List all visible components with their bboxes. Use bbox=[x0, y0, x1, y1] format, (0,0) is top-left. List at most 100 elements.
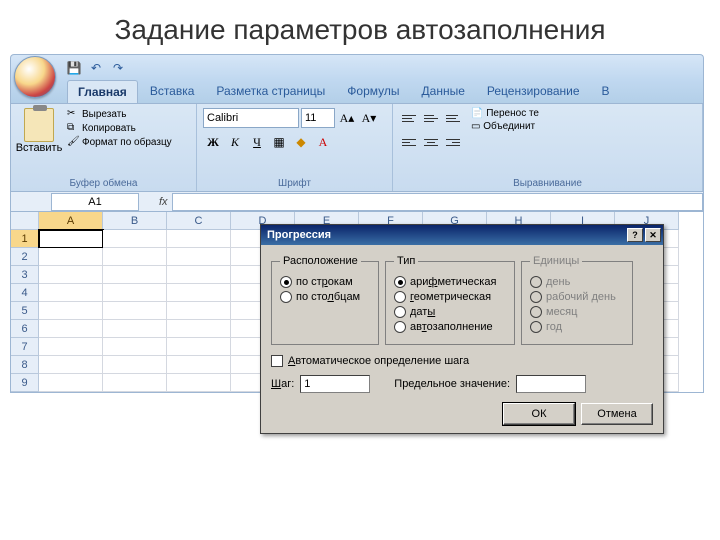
cell[interactable] bbox=[103, 356, 167, 374]
cell[interactable] bbox=[103, 374, 167, 392]
row-header[interactable]: 8 bbox=[11, 356, 39, 374]
dialog-title: Прогрессия bbox=[267, 229, 625, 241]
formula-bar[interactable] bbox=[172, 193, 703, 211]
shrink-font-button[interactable]: A▾ bbox=[359, 108, 379, 128]
cell[interactable] bbox=[103, 302, 167, 320]
radio-dates[interactable]: даты bbox=[394, 306, 506, 318]
row-header[interactable]: 7 bbox=[11, 338, 39, 356]
format-painter-button[interactable]: 🖌Формат по образцу bbox=[67, 136, 172, 148]
italic-button[interactable]: К bbox=[225, 132, 245, 152]
col-header[interactable]: A bbox=[39, 212, 103, 230]
redo-icon[interactable]: ↷ bbox=[109, 59, 127, 77]
row-header[interactable]: 4 bbox=[11, 284, 39, 302]
align-bottom-button[interactable] bbox=[443, 108, 463, 128]
font-color-button[interactable]: A bbox=[313, 132, 333, 152]
radio-by-columns[interactable]: по столбцам bbox=[280, 291, 370, 303]
cell[interactable] bbox=[167, 338, 231, 356]
cell[interactable] bbox=[103, 320, 167, 338]
radio-arithmetic[interactable]: арифметическая bbox=[394, 276, 506, 288]
cell[interactable] bbox=[167, 320, 231, 338]
tab-review[interactable]: Рецензирование bbox=[477, 80, 590, 103]
row-header[interactable]: 1 bbox=[11, 230, 39, 248]
cancel-button[interactable]: Отмена bbox=[581, 403, 653, 425]
radio-autofill[interactable]: автозаполнение bbox=[394, 321, 506, 333]
row-header[interactable]: 3 bbox=[11, 266, 39, 284]
row-header[interactable]: 2 bbox=[11, 248, 39, 266]
align-left-button[interactable] bbox=[399, 132, 419, 152]
radio-by-rows[interactable]: по строкам bbox=[280, 276, 370, 288]
cell[interactable] bbox=[39, 230, 103, 248]
font-name-combo[interactable] bbox=[203, 108, 299, 128]
name-box[interactable] bbox=[51, 193, 139, 211]
limit-input[interactable] bbox=[516, 375, 586, 393]
radio-icon bbox=[394, 321, 406, 333]
tab-home[interactable]: Главная bbox=[67, 80, 138, 103]
cell[interactable] bbox=[103, 284, 167, 302]
align-right-button[interactable] bbox=[443, 132, 463, 152]
cell[interactable] bbox=[167, 302, 231, 320]
cell[interactable] bbox=[39, 374, 103, 392]
help-button[interactable]: ? bbox=[627, 228, 643, 242]
undo-icon[interactable]: ↶ bbox=[87, 59, 105, 77]
grow-font-button[interactable]: A▴ bbox=[337, 108, 357, 128]
cell[interactable] bbox=[167, 374, 231, 392]
radio-icon bbox=[530, 321, 542, 333]
cell[interactable] bbox=[39, 338, 103, 356]
align-center-button[interactable] bbox=[421, 132, 441, 152]
row-header[interactable]: 5 bbox=[11, 302, 39, 320]
ok-button[interactable]: ОК bbox=[503, 403, 575, 425]
radio-icon bbox=[394, 276, 406, 288]
radio-month: месяц bbox=[530, 306, 624, 318]
merge-icon: ▭ bbox=[471, 121, 480, 132]
radio-icon bbox=[530, 306, 542, 318]
step-input[interactable] bbox=[300, 375, 370, 393]
copy-button[interactable]: ⧉Копировать bbox=[67, 122, 172, 134]
cell[interactable] bbox=[39, 356, 103, 374]
checkbox-auto-step[interactable]: Автоматическое определение шага bbox=[271, 355, 653, 367]
align-top-button[interactable] bbox=[399, 108, 419, 128]
merge-button[interactable]: ▭ Объединит bbox=[471, 121, 539, 132]
cut-button[interactable]: ✂Вырезать bbox=[67, 108, 172, 120]
cell[interactable] bbox=[167, 356, 231, 374]
cell[interactable] bbox=[103, 230, 167, 248]
select-all-corner[interactable] bbox=[11, 212, 39, 230]
row-header[interactable]: 9 bbox=[11, 374, 39, 392]
cell[interactable] bbox=[39, 248, 103, 266]
tab-page-layout[interactable]: Разметка страницы bbox=[206, 80, 335, 103]
group-font: A▴ A▾ Ж К Ч ▦ ◆ A Шрифт bbox=[197, 104, 393, 191]
fill-color-button[interactable]: ◆ bbox=[291, 132, 311, 152]
cell[interactable] bbox=[39, 302, 103, 320]
fx-icon[interactable]: fx bbox=[159, 196, 168, 208]
paste-icon bbox=[24, 108, 54, 142]
col-header[interactable]: B bbox=[103, 212, 167, 230]
cell[interactable] bbox=[103, 266, 167, 284]
wrap-text-button[interactable]: 📄 Перенос те bbox=[471, 108, 539, 119]
cell[interactable] bbox=[103, 248, 167, 266]
font-size-combo[interactable] bbox=[301, 108, 335, 128]
col-header[interactable]: C bbox=[167, 212, 231, 230]
cell[interactable] bbox=[103, 338, 167, 356]
cell[interactable] bbox=[39, 284, 103, 302]
office-button[interactable] bbox=[14, 56, 56, 98]
cell[interactable] bbox=[167, 266, 231, 284]
close-button[interactable]: ✕ bbox=[645, 228, 661, 242]
tab-view[interactable]: В bbox=[592, 80, 620, 103]
paste-button[interactable]: Вставить bbox=[17, 108, 61, 154]
cell[interactable] bbox=[39, 320, 103, 338]
cell[interactable] bbox=[39, 266, 103, 284]
radio-geometric[interactable]: геометрическая bbox=[394, 291, 506, 303]
align-middle-button[interactable] bbox=[421, 108, 441, 128]
tab-data[interactable]: Данные bbox=[412, 80, 475, 103]
underline-button[interactable]: Ч bbox=[247, 132, 267, 152]
borders-button[interactable]: ▦ bbox=[269, 132, 289, 152]
bold-button[interactable]: Ж bbox=[203, 132, 223, 152]
row-header[interactable]: 6 bbox=[11, 320, 39, 338]
cell[interactable] bbox=[167, 284, 231, 302]
tab-insert[interactable]: Вставка bbox=[140, 80, 205, 103]
group-alignment-title: Выравнивание bbox=[399, 178, 696, 189]
save-icon[interactable]: 💾 bbox=[65, 59, 83, 77]
dialog-titlebar[interactable]: Прогрессия ? ✕ bbox=[261, 225, 663, 245]
cell[interactable] bbox=[167, 248, 231, 266]
cell[interactable] bbox=[167, 230, 231, 248]
tab-formulas[interactable]: Формулы bbox=[337, 80, 409, 103]
